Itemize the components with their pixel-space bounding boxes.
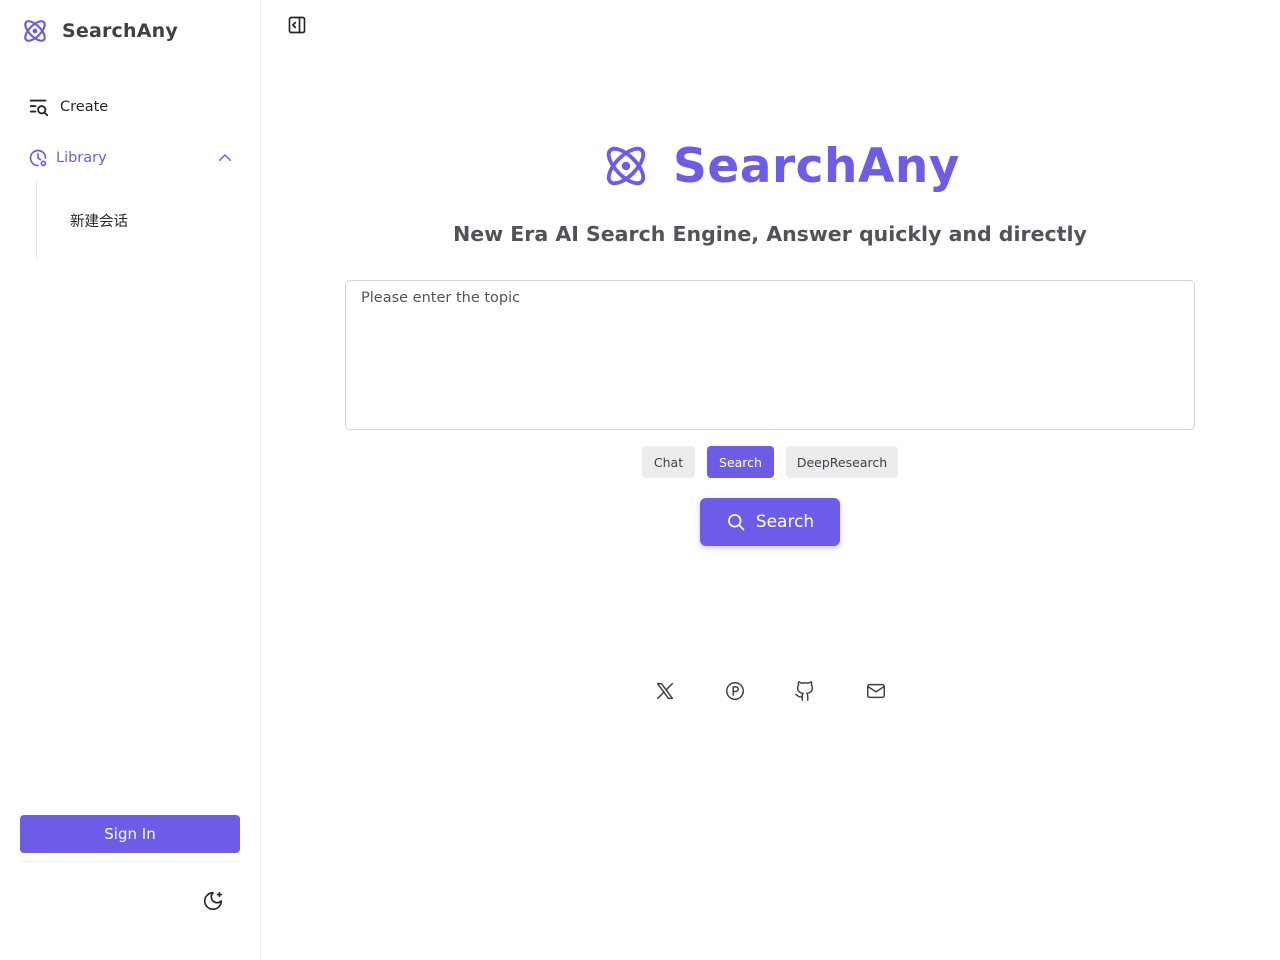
atom-icon (606, 146, 646, 186)
chevron-up-icon[interactable] (216, 149, 234, 167)
brand[interactable]: SearchAny (22, 18, 178, 44)
producthunt-link[interactable] (724, 680, 746, 702)
sign-in-button[interactable]: Sign In (20, 815, 240, 853)
mode-deepresearch-button[interactable]: DeepResearch (786, 446, 898, 478)
subtitle: New Era AI Search Engine, Answer quickly… (0, 222, 1280, 246)
brand-name: SearchAny (62, 20, 178, 42)
atom-icon (24, 20, 46, 42)
library-list: 新建会话 (36, 181, 236, 259)
sidebar: SearchAny Create Library 新建会话 Sign In (0, 0, 261, 960)
panel-collapse-icon[interactable] (287, 15, 307, 35)
x-link[interactable] (654, 680, 676, 702)
mode-search-button[interactable]: Search (707, 446, 774, 478)
sidebar-item-library[interactable]: Library (28, 145, 234, 171)
search-button[interactable]: Search (700, 498, 840, 546)
github-link[interactable] (794, 680, 816, 702)
sidebar-item-label: Create (60, 99, 109, 115)
divider (20, 861, 240, 862)
mode-chat-button[interactable]: Chat (642, 446, 695, 478)
github-icon (795, 681, 814, 701)
moon-icon[interactable] (202, 890, 224, 912)
hero-title-text: SearchAny (673, 138, 960, 194)
x-icon (656, 682, 674, 700)
sidebar-item-label: Library (56, 150, 107, 166)
hero-title: SearchAny (603, 138, 960, 194)
mail-icon (867, 683, 885, 699)
topic-input[interactable] (345, 280, 1195, 430)
mail-link[interactable] (865, 680, 887, 702)
subtitle-text: New Era AI Search Engine, Answer quickly… (453, 222, 1087, 246)
search-button-label: Search (755, 512, 815, 532)
producthunt-icon (726, 682, 744, 700)
history-icon (29, 149, 47, 167)
search-icon (727, 514, 745, 531)
search-list-icon (29, 99, 49, 117)
sidebar-item-create[interactable]: Create (28, 94, 238, 120)
